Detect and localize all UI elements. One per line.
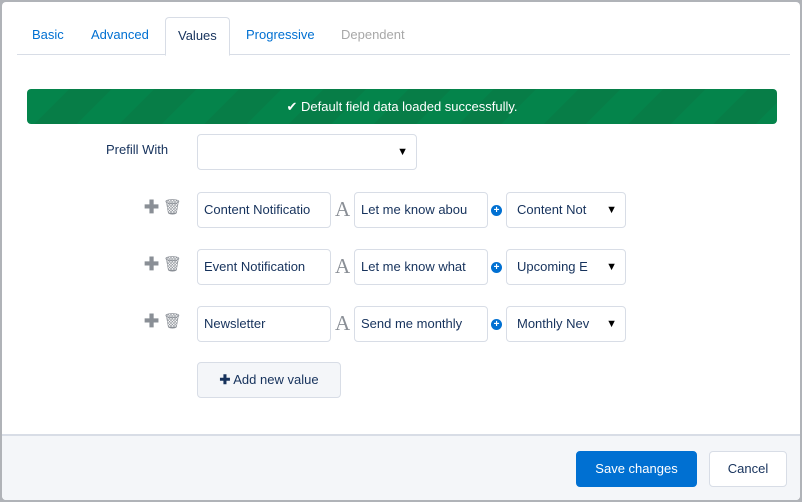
dropdown-arrow-icon: ▼ [397,146,408,158]
add-new-value-button[interactable]: ✚ Add new value [197,362,341,398]
tab-advanced[interactable]: Advanced [79,17,161,55]
tab-progressive[interactable]: Progressive [234,17,327,55]
value-name-input[interactable]: Newsletter [197,306,331,342]
tab-dependent: Dependent [341,27,405,42]
trash-icon[interactable]: 🗑︎ [163,198,182,216]
value-name-input[interactable]: Content Notificatio [197,192,331,228]
prefill-label: Prefill With [106,142,169,157]
value-name-input[interactable]: Event Notification [197,249,331,285]
add-icon[interactable]: ✚ [144,311,159,332]
plus-icon: ✚ [219,372,231,387]
add-circle-icon[interactable]: + [491,205,502,216]
text-format-icon[interactable]: A [335,197,350,222]
add-circle-icon[interactable]: + [491,319,502,330]
text-format-icon[interactable]: A [335,254,350,279]
add-icon[interactable]: ✚ [144,197,159,218]
add-icon[interactable]: ✚ [144,254,159,275]
check-circle-icon: ✔︎ [286,99,298,114]
value-label-input[interactable]: Let me know what [354,249,488,285]
value-label-input[interactable]: Let me know abou [354,192,488,228]
success-banner: ✔︎ Default field data loaded successfull… [27,89,777,124]
select-value: Content Not [517,202,587,217]
tab-bar: Basic Advanced Values Progressive Depend… [17,17,790,56]
cancel-button[interactable]: Cancel [709,451,787,487]
prefill-select[interactable]: ▼ [197,134,417,170]
select-value: Monthly Nev [517,316,590,331]
value-select[interactable]: Monthly Nev ▼ [506,306,626,342]
value-select[interactable]: Content Not ▼ [506,192,626,228]
modal-footer: Save changes Cancel [2,434,800,500]
dropdown-arrow-icon: ▼ [606,204,617,216]
text-format-icon[interactable]: A [335,311,350,336]
trash-icon[interactable]: 🗑︎ [163,255,182,273]
add-circle-icon[interactable]: + [491,262,502,273]
save-changes-button[interactable]: Save changes [576,451,697,487]
tab-basic[interactable]: Basic [20,17,76,55]
value-select[interactable]: Upcoming E ▼ [506,249,626,285]
add-new-value-label: Add new value [233,372,319,387]
banner-text: Default field data loaded successfully. [300,99,518,114]
select-value: Upcoming E [517,259,588,274]
dropdown-arrow-icon: ▼ [606,318,617,330]
dropdown-arrow-icon: ▼ [606,261,617,273]
modal: Basic Advanced Values Progressive Depend… [2,2,800,500]
tab-values[interactable]: Values [165,17,230,56]
trash-icon[interactable]: 🗑︎ [163,312,182,330]
value-label-input[interactable]: Send me monthly [354,306,488,342]
